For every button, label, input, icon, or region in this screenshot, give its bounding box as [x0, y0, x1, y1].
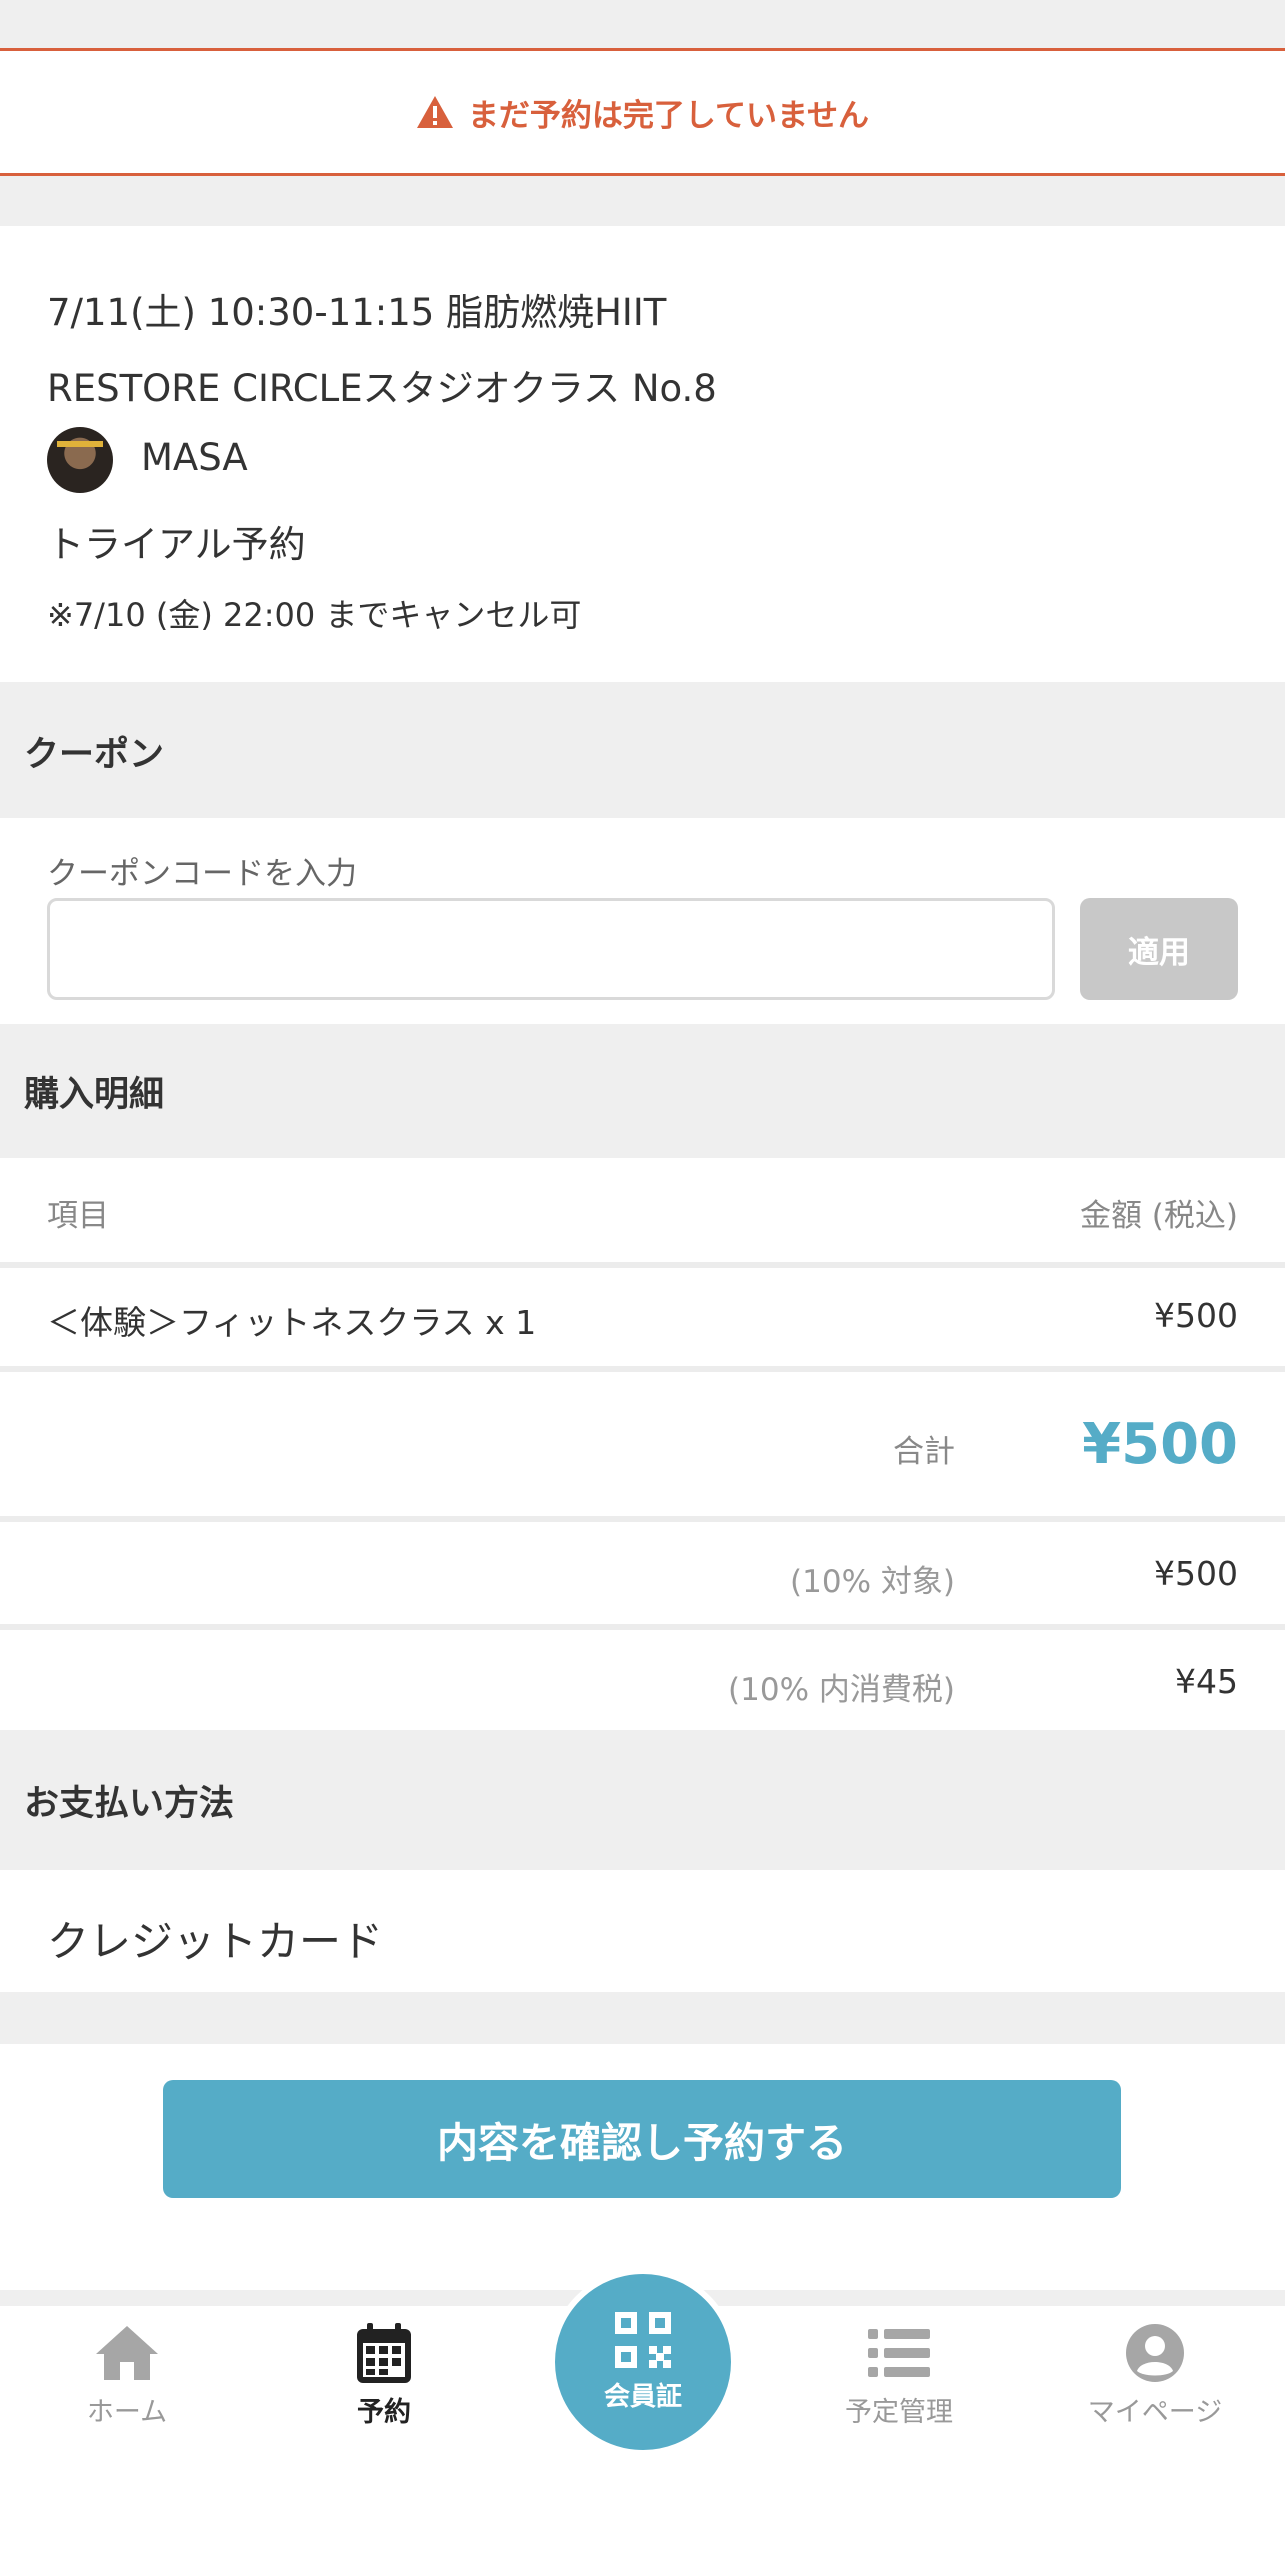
calendar-icon	[357, 2323, 411, 2383]
studio-name: RESTORE CIRCLEスタジオクラス No.8	[47, 367, 717, 410]
taxable-label: (10% 対象)	[790, 1564, 955, 1600]
cancel-deadline-note: ※7/10 (金) 22:00 までキャンセル可	[47, 596, 582, 634]
purchase-item-row: ＜体験＞フィットネスクラス x 1 ¥500	[0, 1268, 1285, 1366]
tab-mypage[interactable]: マイページ	[1045, 2320, 1265, 2450]
warning-icon	[416, 96, 453, 128]
reservation-type: トライアル予約	[47, 523, 306, 566]
list-icon	[868, 2329, 930, 2377]
warning-text: まだ予約は完了していません	[467, 97, 870, 134]
column-item-label: 項目	[47, 1198, 109, 1234]
lesson-datetime-title: 7/11(土) 10:30-11:15 脂肪燃焼HIIT	[47, 291, 667, 334]
column-amount-label: 金額 (税込)	[1079, 1198, 1238, 1234]
coupon-apply-button[interactable]: 適用	[1080, 898, 1238, 1000]
total-amount: ¥500	[1082, 1412, 1238, 1477]
total-label: 合計	[893, 1434, 955, 1470]
payment-method-heading: お支払い方法	[24, 1783, 235, 1824]
tax-label: (10% 内消費税)	[728, 1672, 955, 1708]
tab-reserve-label: 予約	[357, 2397, 411, 2428]
reservation-incomplete-banner: まだ予約は完了していません	[0, 48, 1285, 176]
purchase-details-heading: 購入明細	[24, 1074, 165, 1115]
instructor-avatar	[47, 427, 113, 493]
tab-home-label: ホーム	[86, 2397, 168, 2428]
tab-mypage-label: マイページ	[1087, 2397, 1223, 2428]
coupon-code-input[interactable]	[47, 898, 1055, 1000]
instructor-name: MASA	[141, 436, 248, 479]
tab-schedule-label: 予定管理	[845, 2397, 953, 2428]
tax-amount: ¥45	[1175, 1662, 1238, 1701]
user-icon	[1126, 2324, 1184, 2382]
home-icon	[96, 2326, 158, 2380]
confirm-reservation-button[interactable]: 内容を確認し予約する	[163, 2080, 1121, 2198]
tab-member-card-label: 会員証	[603, 2381, 682, 2412]
item-amount: ¥500	[1154, 1296, 1238, 1335]
lesson-info-card: 7/11(土) 10:30-11:15 脂肪燃焼HIIT RESTORE CIR…	[0, 226, 1285, 682]
tab-member-card[interactable]: 会員証	[549, 2268, 737, 2456]
purchase-table-header: 項目 金額 (税込)	[0, 1158, 1285, 1262]
total-row: 合計 ¥500	[0, 1372, 1285, 1516]
taxable-row: (10% 対象) ¥500	[0, 1522, 1285, 1624]
tab-home[interactable]: ホーム	[17, 2320, 237, 2450]
tab-schedule[interactable]: 予定管理	[789, 2320, 1009, 2450]
payment-method-row[interactable]: クレジットカード	[0, 1870, 1285, 1992]
tax-row: (10% 内消費税) ¥45	[0, 1630, 1285, 1730]
taxable-amount: ¥500	[1154, 1554, 1238, 1593]
coupon-heading: クーポン	[24, 734, 165, 775]
tab-reserve[interactable]: 予約	[274, 2320, 494, 2450]
coupon-input-label: クーポンコードを入力	[47, 856, 357, 892]
payment-method-value: クレジットカード	[47, 1917, 384, 1966]
qr-code-icon	[615, 2311, 671, 2368]
item-name: ＜体験＞フィットネスクラス x 1	[47, 1303, 537, 1342]
